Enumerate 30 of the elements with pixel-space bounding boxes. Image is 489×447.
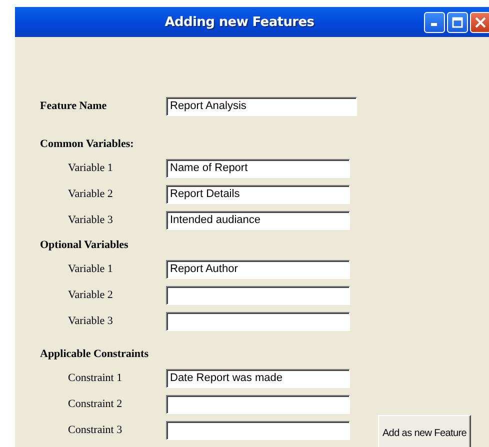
input-field[interactable]: Name of Report <box>166 158 350 178</box>
section-heading: Optional Variables <box>40 238 130 253</box>
maximize-icon <box>452 16 463 28</box>
minimize-button[interactable] <box>424 12 445 32</box>
close-button[interactable] <box>470 12 489 32</box>
field-label: Variable 1 <box>67 263 114 275</box>
add-feature-button[interactable]: Add as new Feature <box>378 415 471 447</box>
field-label: Variable 2 <box>67 188 114 200</box>
maximize-button[interactable] <box>447 12 468 32</box>
input-field[interactable] <box>166 420 350 440</box>
input-field[interactable]: Report Details <box>166 184 350 204</box>
field-label: Constraint 2 <box>67 398 124 410</box>
field-label: Variable 1 <box>67 162 114 174</box>
field-label: Variable 3 <box>67 315 114 327</box>
window-title: Adding new Features <box>164 14 316 30</box>
input-field[interactable]: Date Report was made <box>166 368 350 388</box>
field-label: Variable 3 <box>67 214 114 226</box>
field-label: Constraint 1 <box>67 372 124 384</box>
field-label: Feature Name <box>40 100 108 112</box>
input-field[interactable]: Intended audiance <box>166 210 350 230</box>
close-icon <box>475 16 486 28</box>
input-field[interactable] <box>166 312 350 330</box>
section-heading: Common Variables: <box>40 137 135 152</box>
input-field[interactable] <box>166 394 350 414</box>
section-heading: Applicable Constraints <box>40 347 150 362</box>
field-label: Variable 2 <box>67 289 114 301</box>
input-field[interactable] <box>166 286 350 304</box>
input-field[interactable]: Report Author <box>166 260 350 278</box>
field-label: Constraint 3 <box>67 424 124 436</box>
input-field[interactable]: Report Analysis <box>166 96 357 116</box>
